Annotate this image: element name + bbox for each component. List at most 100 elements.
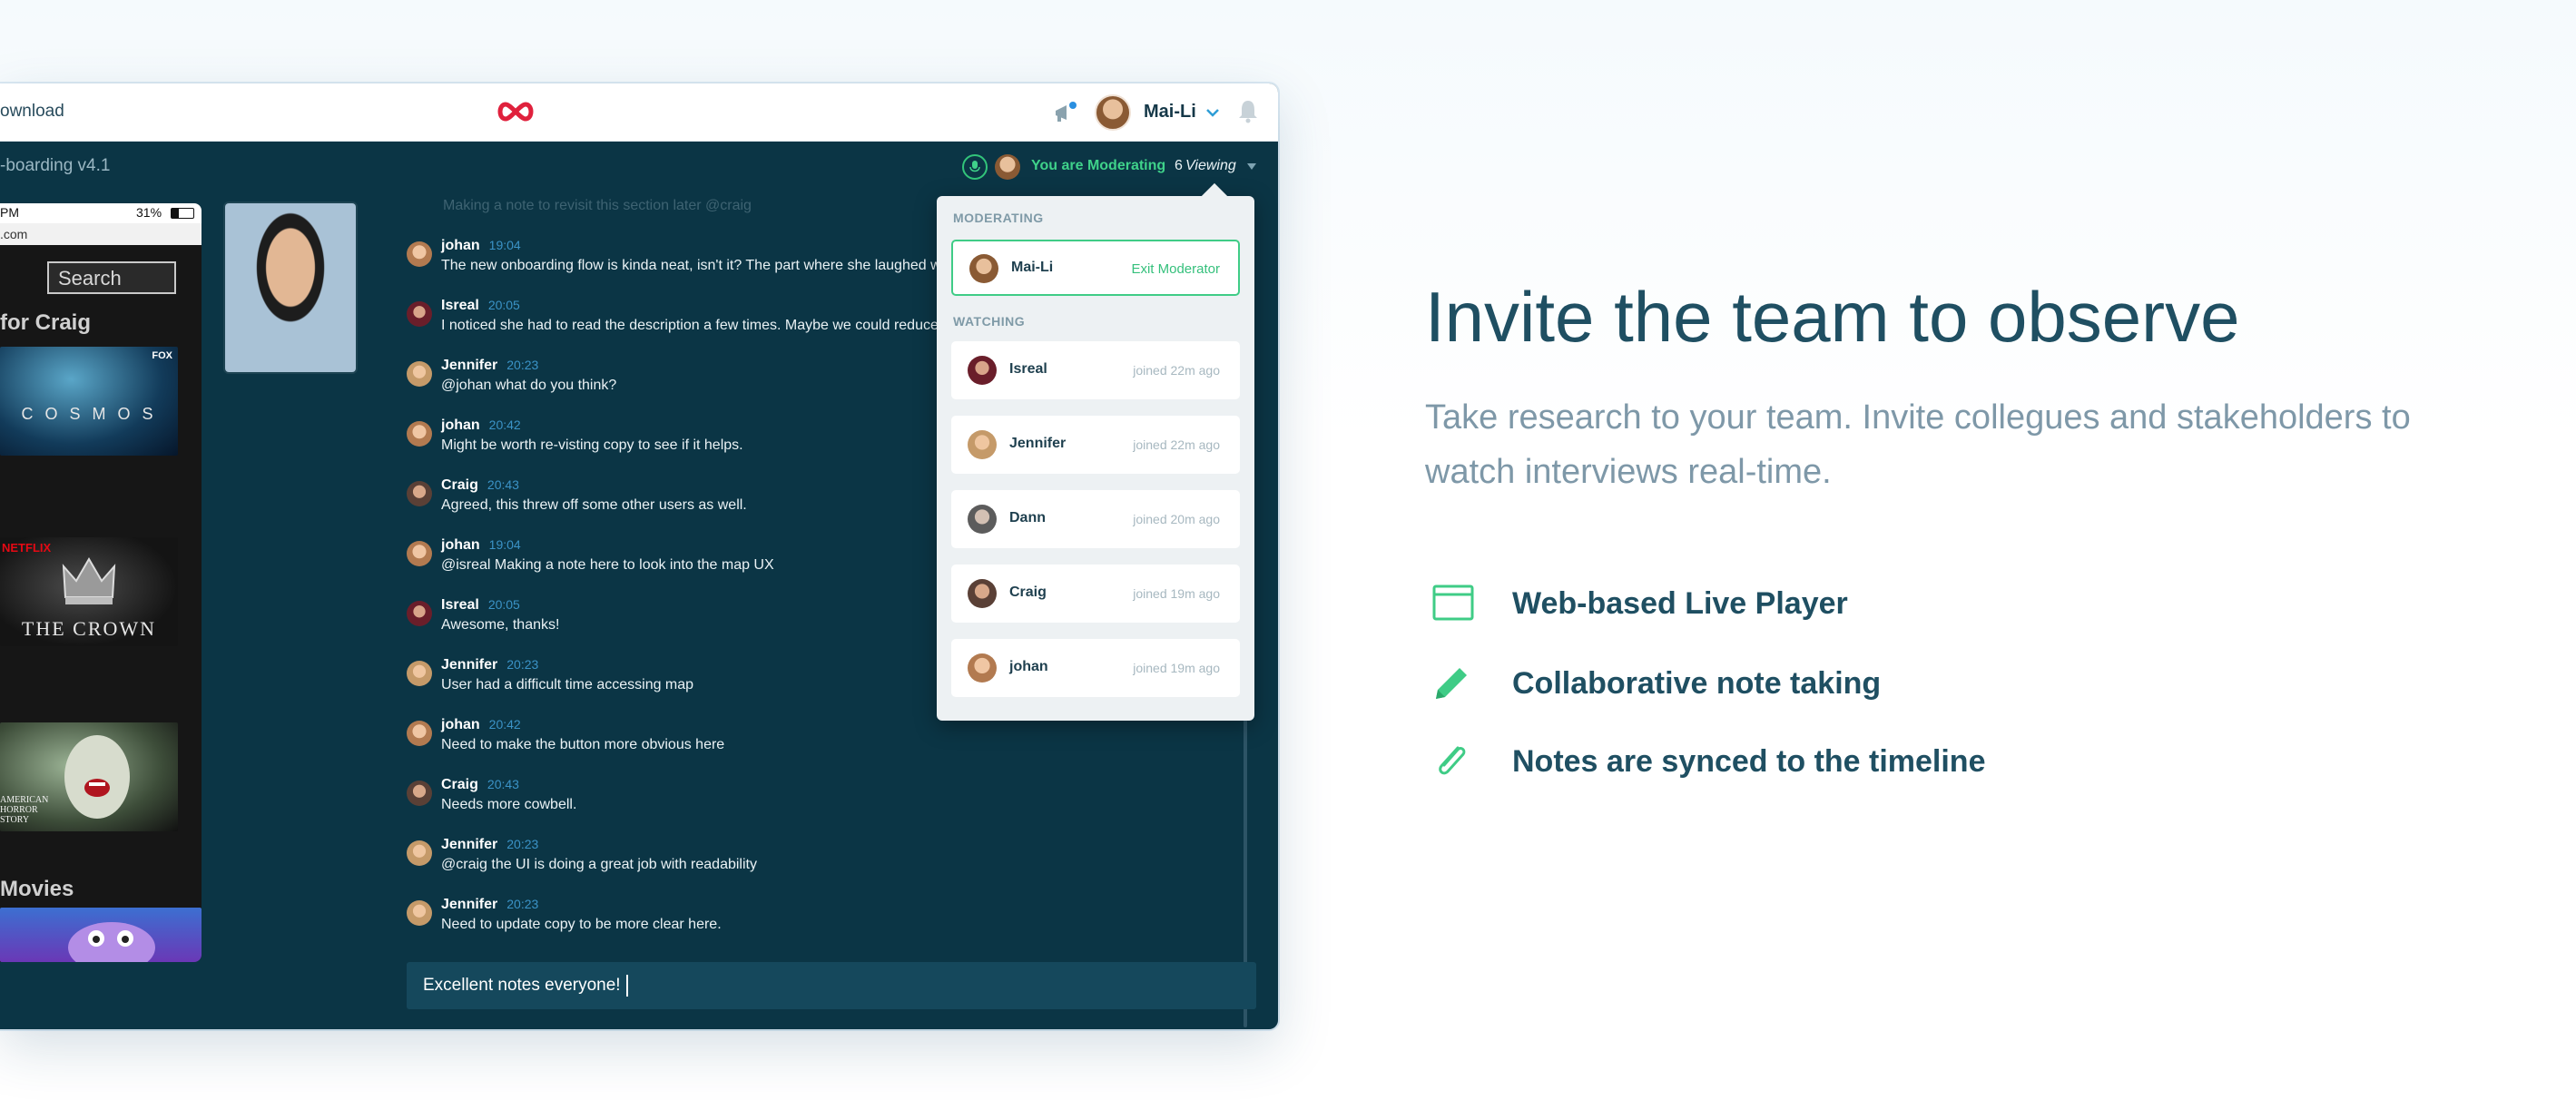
note-text: Awesome, thanks! bbox=[441, 617, 560, 633]
note-author-name: johan bbox=[441, 537, 480, 553]
viewer-name: Dann bbox=[1009, 510, 1046, 525]
note-author-name: johan bbox=[441, 717, 480, 732]
note-author-name: Craig bbox=[441, 777, 478, 792]
note-timestamp[interactable]: 20:42 bbox=[489, 417, 521, 432]
viewer-avatar bbox=[968, 579, 997, 608]
moderator-avatar bbox=[995, 154, 1020, 180]
crown-icon bbox=[62, 557, 116, 604]
bell-icon[interactable] bbox=[1236, 98, 1260, 123]
viewer-card[interactable]: Isreal joined 22m ago bbox=[951, 341, 1240, 399]
project-title: -boarding v4.1 bbox=[0, 156, 111, 175]
note-timestamp[interactable]: 20:23 bbox=[506, 657, 538, 672]
note-avatar bbox=[407, 661, 432, 686]
crown-tile: NETFLIX THE CROWN bbox=[0, 537, 178, 646]
moderator-card-avatar bbox=[969, 254, 998, 283]
note-timestamp[interactable]: 19:04 bbox=[489, 238, 521, 252]
note-timestamp[interactable]: 20:23 bbox=[506, 897, 538, 911]
note-avatar bbox=[407, 361, 432, 387]
note-text: Need to make the button more obvious her… bbox=[441, 737, 725, 752]
exit-moderator-button[interactable]: Exit Moderator bbox=[1131, 261, 1220, 277]
phone-section-title-movies: Movies bbox=[0, 877, 74, 901]
ahs-tile: AMERICAN HORROR STORY bbox=[0, 722, 178, 831]
viewing-toggle[interactable]: Viewing bbox=[1185, 158, 1236, 174]
note-timestamp[interactable]: 20:23 bbox=[506, 358, 538, 372]
fox-badge: FOX bbox=[152, 350, 172, 361]
moderating-heading: MODERATING bbox=[953, 211, 1044, 225]
note-item[interactable]: johan 20:42 Need to make the button more … bbox=[407, 717, 1242, 771]
note-item[interactable]: Craig 20:43 Needs more cowbell. bbox=[407, 777, 1242, 831]
viewer-name: Isreal bbox=[1009, 361, 1047, 377]
phone-section-title: for Craig bbox=[0, 310, 92, 335]
megaphone-icon[interactable] bbox=[1051, 100, 1078, 127]
headline: Invite the team to observe bbox=[1425, 277, 2240, 357]
note-author: johan 20:42 bbox=[441, 717, 521, 733]
participant-video[interactable] bbox=[225, 203, 356, 372]
viewer-name: Jennifer bbox=[1009, 436, 1067, 451]
note-author: johan 19:04 bbox=[441, 238, 521, 254]
viewer-joined: joined 20m ago bbox=[1133, 512, 1220, 526]
pencil-icon bbox=[1436, 668, 1467, 699]
phone-battery: 31% bbox=[136, 205, 162, 220]
note-author: johan 19:04 bbox=[441, 537, 521, 554]
download-link[interactable]: ownload bbox=[0, 102, 64, 122]
note-item[interactable]: Jennifer 20:23 Need to update copy to be … bbox=[407, 897, 1242, 948]
note-avatar bbox=[407, 840, 432, 866]
movie-tile bbox=[0, 908, 202, 962]
note-timestamp[interactable]: 20:05 bbox=[488, 298, 520, 312]
note-text: @craig the UI is doing a great job with … bbox=[441, 857, 757, 872]
phone-url: .com bbox=[0, 227, 28, 241]
viewer-card[interactable]: Craig joined 19m ago bbox=[951, 565, 1240, 623]
session-bar: -boarding v4.1 You are Moderating 6 View… bbox=[0, 142, 1278, 189]
note-timestamp[interactable]: 20:23 bbox=[506, 837, 538, 851]
phone-search-box: Search bbox=[47, 261, 176, 294]
note-timestamp[interactable]: 20:43 bbox=[487, 477, 519, 492]
infinity-logo-icon[interactable] bbox=[496, 100, 536, 123]
chevron-down-icon[interactable] bbox=[1204, 103, 1222, 122]
viewer-avatar bbox=[968, 505, 997, 534]
mic-icon[interactable] bbox=[962, 154, 988, 180]
user-name[interactable]: Mai-Li bbox=[1144, 102, 1196, 123]
microphone-icon bbox=[969, 161, 980, 172]
note-text: Might be worth re-visting copy to see if… bbox=[441, 437, 743, 453]
participant-screen: PM 31% .com Search for Craig C O S M O S… bbox=[0, 203, 202, 962]
viewer-card[interactable]: Dann joined 20m ago bbox=[951, 490, 1240, 548]
netflix-badge: NETFLIX bbox=[2, 541, 52, 555]
feature-label: Web-based Live Player bbox=[1512, 586, 1848, 621]
viewer-card[interactable]: johan joined 19m ago bbox=[951, 639, 1240, 697]
browser-window-icon bbox=[1432, 584, 1474, 621]
note-timestamp[interactable]: 20:05 bbox=[488, 597, 520, 612]
subcopy: Take research to your team. Invite colle… bbox=[1425, 398, 2411, 491]
note-avatar bbox=[407, 241, 432, 267]
note-text: Needs more cowbell. bbox=[441, 797, 577, 812]
note-timestamp[interactable]: 20:42 bbox=[489, 717, 521, 732]
phone-time: PM bbox=[0, 205, 19, 220]
cartoon-character-icon bbox=[68, 922, 155, 962]
viewer-joined: joined 19m ago bbox=[1133, 661, 1220, 675]
caret-down-icon[interactable] bbox=[1247, 163, 1256, 171]
note-author-name: Jennifer bbox=[441, 657, 498, 673]
note-author: Jennifer 20:23 bbox=[441, 358, 538, 374]
note-input-value: Excellent notes everyone! bbox=[423, 976, 621, 996]
viewer-joined: joined 19m ago bbox=[1133, 586, 1220, 601]
note-author: Isreal 20:05 bbox=[441, 597, 520, 614]
note-avatar bbox=[407, 721, 432, 746]
note-author-name: Jennifer bbox=[441, 358, 498, 373]
viewing-count[interactable]: 6 bbox=[1175, 158, 1183, 174]
paperclip-icon bbox=[1439, 746, 1466, 775]
crown-title: THE CROWN bbox=[21, 617, 157, 640]
note-author-name: Jennifer bbox=[441, 897, 498, 912]
note-item[interactable]: Jennifer 20:23 @craig the UI is doing a g… bbox=[407, 837, 1242, 891]
note-timestamp[interactable]: 20:43 bbox=[487, 777, 519, 791]
viewer-joined: joined 22m ago bbox=[1133, 363, 1220, 378]
note-input[interactable]: Excellent notes everyone! bbox=[407, 962, 1256, 1009]
note-avatar bbox=[407, 601, 432, 626]
note-avatar bbox=[407, 900, 432, 926]
note-timestamp[interactable]: 19:04 bbox=[489, 537, 521, 552]
user-avatar[interactable] bbox=[1095, 94, 1131, 131]
viewer-card[interactable]: Jennifer joined 22m ago bbox=[951, 416, 1240, 474]
app-window: ownload Mai-Li -boarding v4.1 You are Mo… bbox=[0, 83, 1278, 1029]
note-author: Jennifer 20:23 bbox=[441, 897, 538, 913]
note-avatar bbox=[407, 301, 432, 327]
note-author-name: Jennifer bbox=[441, 837, 498, 852]
note-author: Jennifer 20:23 bbox=[441, 657, 538, 673]
